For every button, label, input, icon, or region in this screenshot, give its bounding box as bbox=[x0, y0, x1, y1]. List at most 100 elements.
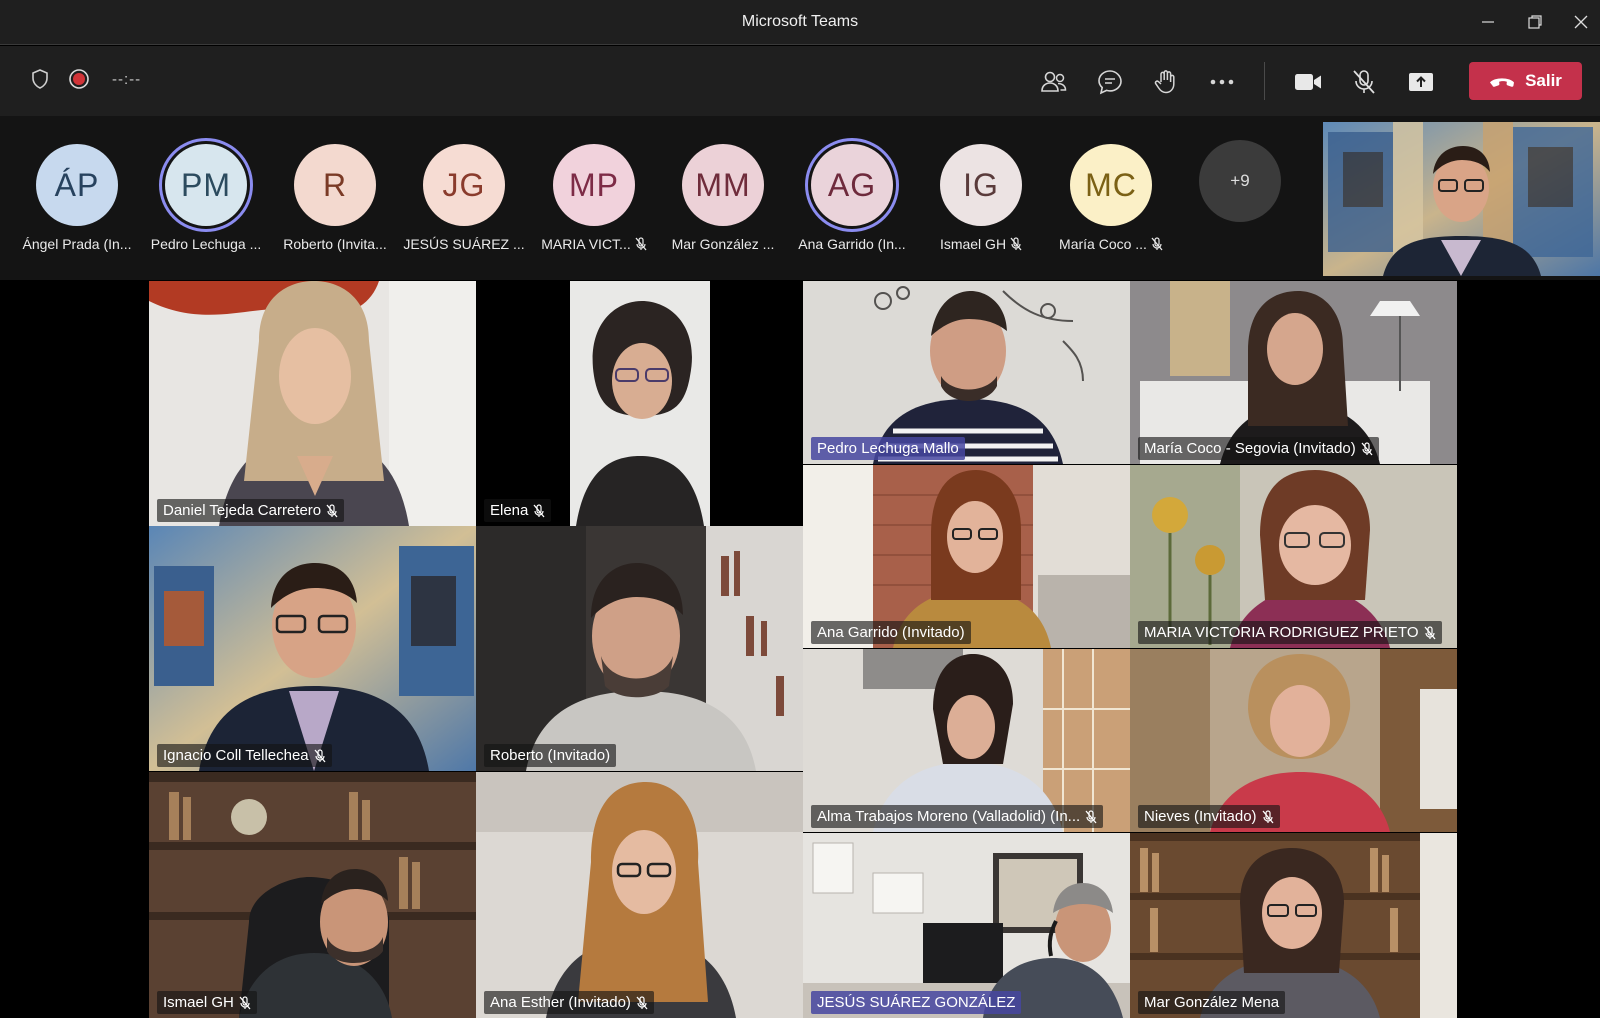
avatar: ÁP bbox=[36, 144, 118, 226]
leave-label: Salir bbox=[1525, 71, 1562, 90]
avatar-initials: AG bbox=[827, 166, 877, 203]
minimize-icon[interactable] bbox=[1474, 8, 1502, 36]
avatar-initials: JG bbox=[442, 166, 486, 203]
participant-name: Mar González Mena bbox=[1144, 994, 1280, 1011]
roster-participant[interactable]: MM Mar González ... bbox=[658, 116, 788, 280]
mic-muted-icon bbox=[239, 995, 251, 1010]
meeting-toolbar: --:-- Salir bbox=[0, 46, 1600, 116]
video-tile[interactable]: Mar González Mena bbox=[1130, 833, 1457, 1018]
meeting-status: --:-- bbox=[30, 68, 141, 90]
participant-name: Ángel Prada (In... bbox=[22, 236, 132, 252]
record-icon bbox=[68, 68, 90, 90]
participant-name: JESÚS SUÁREZ ... bbox=[403, 236, 525, 252]
participant-name: María Coco - Segovia (Invitado) bbox=[1144, 440, 1356, 457]
participant-name: Mar González ... bbox=[671, 236, 775, 252]
participant-name: JESÚS SUÁREZ GONZÁLEZ bbox=[817, 994, 1016, 1011]
video-tile[interactable]: Roberto (Invitado) bbox=[476, 526, 803, 771]
avatar-initials: R bbox=[322, 166, 348, 203]
camera-button[interactable] bbox=[1291, 65, 1325, 99]
share-screen-button[interactable] bbox=[1404, 65, 1438, 99]
mic-muted-icon bbox=[1361, 441, 1373, 456]
avatar: IG bbox=[940, 144, 1022, 226]
raise-hand-icon bbox=[1152, 68, 1180, 96]
participant-name: MARIA VICTORIA RODRIGUEZ PRIETO bbox=[1144, 624, 1419, 641]
video-tile[interactable]: MARIA VICTORIA RODRIGUEZ PRIETO bbox=[1130, 465, 1457, 648]
mic-muted-icon bbox=[533, 503, 545, 518]
mic-muted-icon bbox=[314, 748, 326, 763]
window-title: Microsoft Teams bbox=[741, 13, 859, 30]
avatar: R bbox=[294, 144, 376, 226]
participant-name: Alma Trabajos Moreno (Valladolid) (In... bbox=[817, 808, 1081, 825]
mic-muted-icon bbox=[1010, 237, 1022, 251]
participant-name: Ismael GH bbox=[163, 994, 234, 1011]
video-tile[interactable]: Ana Esther (Invitado) bbox=[476, 772, 803, 1018]
roster-participant[interactable]: ÁP Ángel Prada (In... bbox=[12, 116, 142, 280]
avatar: PM bbox=[165, 144, 247, 226]
video-tile[interactable]: Daniel Tejeda Carretero bbox=[149, 281, 476, 526]
roster-participant[interactable]: JG JESÚS SUÁREZ ... bbox=[399, 116, 529, 280]
video-tile[interactable]: Ana Garrido (Invitado) bbox=[803, 465, 1130, 648]
mic-muted-icon bbox=[636, 995, 648, 1010]
roster-participant[interactable]: IG Ismael GH bbox=[916, 116, 1046, 280]
leave-button[interactable]: Salir bbox=[1469, 62, 1582, 100]
raise-hand-button[interactable] bbox=[1149, 65, 1183, 99]
roster-participant[interactable]: MC María Coco ... bbox=[1046, 116, 1176, 280]
chat-button[interactable] bbox=[1093, 65, 1127, 99]
more-options-icon bbox=[1209, 78, 1235, 86]
avatar: MM bbox=[682, 144, 764, 226]
video-tile[interactable]: Pedro Lechuga Mallo bbox=[803, 281, 1130, 464]
roster-participant[interactable]: PM Pedro Lechuga ... bbox=[141, 116, 271, 280]
title-bar: Microsoft Teams bbox=[0, 0, 1600, 45]
avatar: MC bbox=[1070, 144, 1152, 226]
mic-off-icon bbox=[1350, 68, 1378, 96]
avatar: JG bbox=[423, 144, 505, 226]
toolbar-divider bbox=[1264, 62, 1265, 100]
video-tile[interactable]: María Coco - Segovia (Invitado) bbox=[1130, 281, 1457, 464]
participant-name: MARIA VICT... bbox=[541, 236, 631, 252]
video-tile[interactable]: Elena bbox=[476, 281, 803, 526]
mic-muted-icon bbox=[1424, 625, 1436, 640]
participants-icon bbox=[1040, 69, 1068, 95]
participant-name: Pedro Lechuga Mallo bbox=[817, 440, 959, 457]
participant-name: María Coco ... bbox=[1059, 236, 1147, 252]
mic-muted-icon bbox=[635, 237, 647, 251]
avatar-initials: MP bbox=[569, 166, 619, 203]
avatar-initials: ÁP bbox=[54, 166, 100, 203]
participants-button[interactable] bbox=[1037, 65, 1071, 99]
participant-name: Nieves (Invitado) bbox=[1144, 808, 1257, 825]
meeting-timer: --:-- bbox=[112, 70, 142, 88]
more-options-button[interactable] bbox=[1205, 65, 1239, 99]
roster-participant[interactable]: AG Ana Garrido (In... bbox=[787, 116, 917, 280]
close-icon[interactable] bbox=[1567, 8, 1595, 36]
participant-name: Ana Garrido (Invitado) bbox=[817, 624, 965, 641]
camera-icon bbox=[1293, 71, 1323, 93]
video-tile[interactable]: JESÚS SUÁREZ GONZÁLEZ bbox=[803, 833, 1130, 1018]
microphone-button[interactable] bbox=[1347, 65, 1381, 99]
video-tile[interactable]: Ismael GH bbox=[149, 772, 476, 1018]
participant-name: Ana Esther (Invitado) bbox=[490, 994, 631, 1011]
more-participants-button[interactable]: +9 bbox=[1199, 140, 1281, 222]
mic-muted-icon bbox=[326, 503, 338, 518]
avatar: MP bbox=[553, 144, 635, 226]
participant-name: Ismael GH bbox=[939, 236, 1007, 252]
video-tile[interactable]: Alma Trabajos Moreno (Valladolid) (In... bbox=[803, 649, 1130, 832]
roster-participant[interactable]: MP MARIA VICT... bbox=[529, 116, 659, 280]
avatar-initials: MM bbox=[695, 166, 751, 203]
avatar-initials: PM bbox=[181, 166, 231, 203]
video-tile[interactable]: Nieves (Invitado) bbox=[1130, 649, 1457, 832]
video-tile[interactable]: Ignacio Coll Tellechea bbox=[149, 526, 476, 771]
chat-icon bbox=[1096, 68, 1124, 96]
participant-name: Elena bbox=[490, 502, 529, 519]
mic-muted-icon bbox=[1151, 237, 1163, 251]
participant-name: Ana Garrido (In... bbox=[798, 236, 906, 252]
hangup-icon bbox=[1489, 74, 1515, 88]
participant-name: Ignacio Coll Tellechea bbox=[163, 747, 309, 764]
restore-icon[interactable] bbox=[1521, 8, 1549, 36]
avatar-initials: IG bbox=[963, 166, 999, 203]
self-view-video[interactable] bbox=[1323, 122, 1600, 276]
participant-name: Daniel Tejeda Carretero bbox=[163, 502, 322, 519]
roster-participant[interactable]: R Roberto (Invita... bbox=[270, 116, 400, 280]
share-screen-icon bbox=[1407, 70, 1435, 94]
shield-icon[interactable] bbox=[30, 68, 50, 90]
participant-name: Roberto (Invita... bbox=[283, 236, 387, 252]
